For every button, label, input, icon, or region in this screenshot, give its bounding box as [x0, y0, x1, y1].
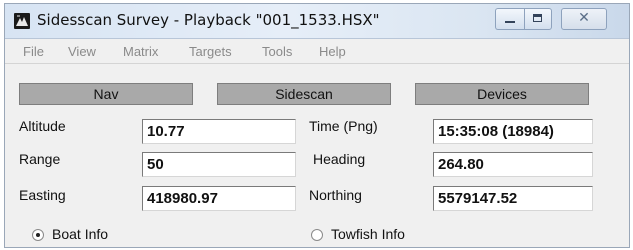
sidescan-app-icon [14, 13, 30, 29]
menu-matrix[interactable]: Matrix [123, 44, 158, 59]
close-icon: ✕ [578, 10, 590, 26]
menu-bar: File View Matrix Targets Tools Help [5, 39, 629, 64]
range-field[interactable]: 50 [142, 152, 296, 177]
sidescan-button[interactable]: Sidescan [217, 83, 391, 105]
time-ping-field[interactable]: 15:35:08 (18984) [433, 119, 593, 144]
boat-info-radio[interactable] [32, 229, 44, 241]
nav-button[interactable]: Nav [19, 83, 193, 105]
time-ping-label: Time (Png) [309, 118, 378, 134]
northing-label: Northing [309, 187, 362, 203]
title-bar[interactable]: Sidesscan Survey - Playback "001_1533.HS… [5, 4, 629, 39]
menu-help[interactable]: Help [319, 44, 346, 59]
easting-field[interactable]: 418980.97 [142, 186, 296, 211]
easting-label: Easting [19, 187, 66, 203]
towfish-info-label[interactable]: Towfish Info [331, 226, 405, 242]
window-title: Sidesscan Survey - Playback "001_1533.HS… [37, 11, 380, 29]
altitude-field[interactable]: 10.77 [142, 119, 296, 144]
maximize-icon[interactable] [524, 8, 552, 30]
heading-label: Heading [313, 151, 366, 167]
app-window: Sidesscan Survey - Playback "001_1533.HS… [4, 3, 630, 248]
close-button[interactable]: ✕ [561, 8, 607, 30]
boat-info-label[interactable]: Boat Info [52, 226, 108, 242]
menu-targets[interactable]: Targets [189, 44, 232, 59]
range-label: Range [19, 151, 61, 167]
menu-tools[interactable]: Tools [262, 44, 292, 59]
menu-view[interactable]: View [68, 44, 96, 59]
menu-file[interactable]: File [23, 44, 44, 59]
devices-button[interactable]: Devices [415, 83, 589, 105]
altitude-label: Altitude [19, 118, 66, 134]
northing-field[interactable]: 5579147.52 [433, 186, 593, 211]
heading-field[interactable]: 264.80 [433, 152, 593, 177]
minimize-icon[interactable] [495, 8, 524, 30]
towfish-info-radio[interactable] [311, 229, 323, 241]
